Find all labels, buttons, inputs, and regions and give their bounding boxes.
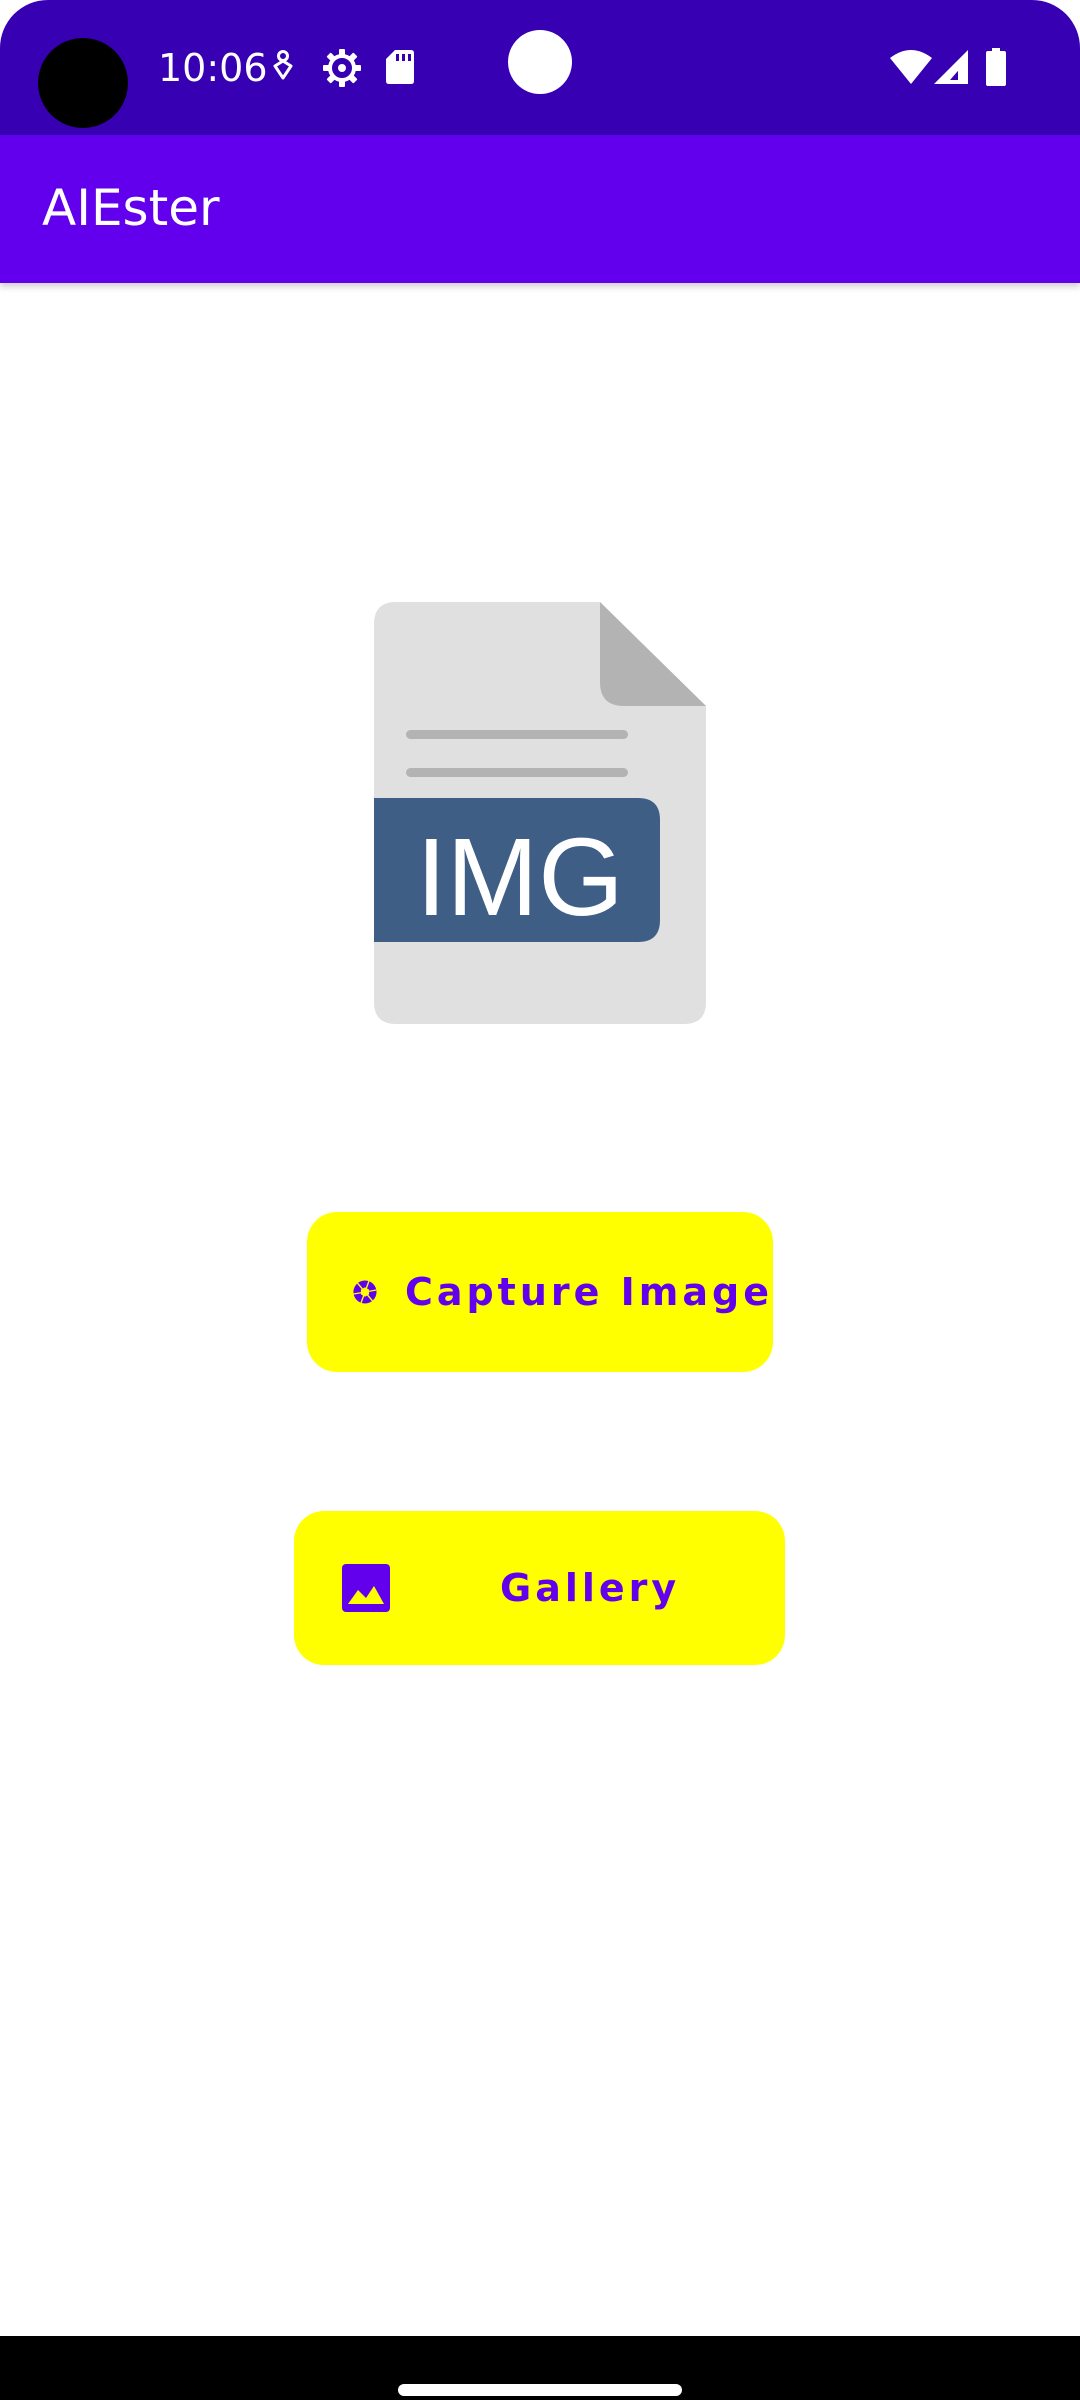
settings-gear-icon [323,49,361,87]
battery-icon [986,48,1006,86]
capture-image-button[interactable]: Capture Image [307,1212,773,1372]
gallery-button[interactable]: Gallery [294,1511,785,1665]
illustration-label: IMG [416,816,624,939]
image-file-icon: IMG [374,602,706,1024]
home-handle[interactable] [398,2384,682,2396]
status-time: 10:06 [158,46,268,90]
signal-icon [934,50,968,84]
status-bar: 10:06 [0,0,1080,135]
camera-hole [38,38,128,128]
capture-image-label: Capture Image [404,1270,773,1314]
screen: 10:06 AIEster IMG Capture Image Gallery [0,0,1080,2400]
app-title: AIEster [42,179,220,237]
gallery-image-icon [342,1564,390,1612]
location-icon [273,50,293,80]
notification-dot [508,30,572,94]
camera-shutter-icon [353,1280,377,1304]
app-bar: AIEster [0,135,1080,283]
gallery-label: Gallery [500,1566,681,1610]
wifi-icon [890,50,932,84]
sd-card-icon [386,50,414,84]
